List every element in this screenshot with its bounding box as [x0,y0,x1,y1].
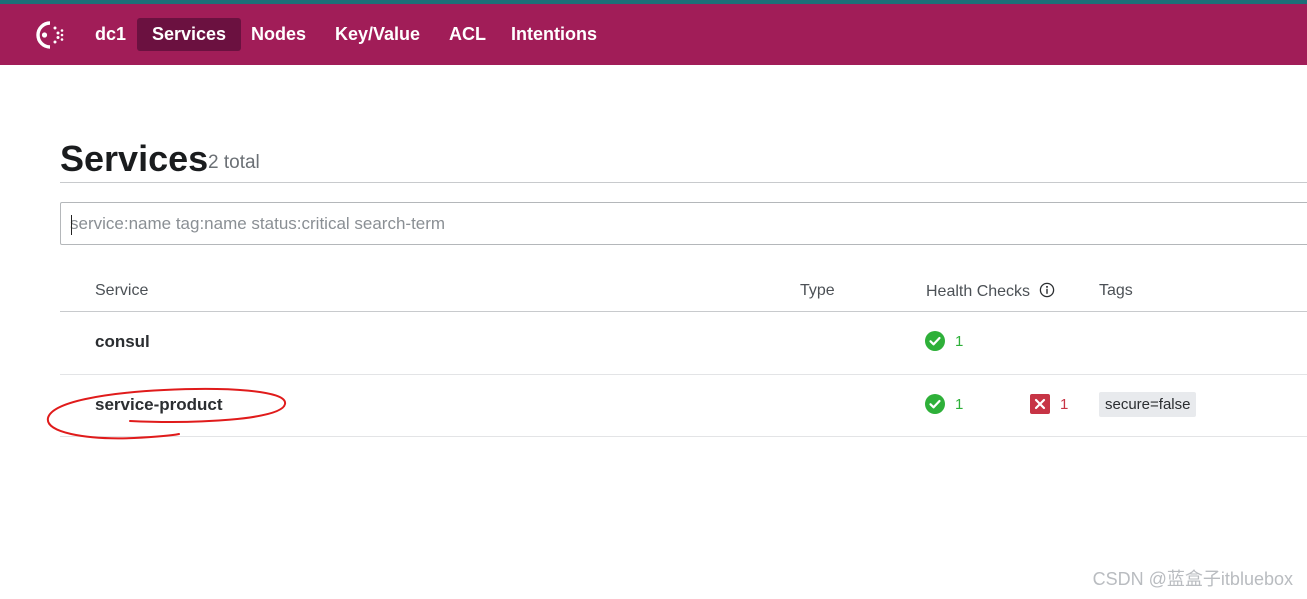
critical-count: 1 [1060,395,1069,413]
table-row[interactable]: service-product 1 1 secure=false [60,375,1307,437]
passing-count: 1 [955,395,964,413]
column-header-service[interactable]: Service [95,282,148,300]
column-header-health: Health Checks [926,282,1055,303]
critical-checks: 1 [1030,393,1068,415]
text-caret [71,215,72,235]
page-header: Services 2 total [60,137,1307,183]
nav-acl[interactable]: ACL [434,18,501,51]
service-tag: secure=false [1099,392,1197,417]
service-count: 2 total [208,152,260,173]
passing-checks: 1 [925,393,963,415]
passing-check-icon [925,331,945,351]
info-icon[interactable] [1039,282,1055,303]
passing-count: 1 [955,332,964,350]
page-title: Services [60,138,209,179]
nav-nodes[interactable]: Nodes [236,18,321,51]
consul-logo-icon[interactable] [28,17,68,53]
nav-services[interactable]: Services [137,18,242,51]
top-navbar: dc1 Services Nodes Key/Value ACL Intenti… [0,4,1307,65]
health-header-label: Health Checks [926,283,1031,300]
table-header-row: Service Type Health Checks Tags [60,270,1307,312]
search-bar[interactable] [60,202,1307,245]
service-name-link[interactable]: service-product [95,395,223,415]
column-header-tags[interactable]: Tags [1099,282,1133,300]
critical-x-icon [1030,394,1050,414]
nav-key-value[interactable]: Key/Value [320,18,435,51]
watermark: CSDN @蓝盒子itbluebox [1092,569,1293,589]
passing-check-icon [925,394,945,414]
datacenter-selector[interactable]: dc1 [80,18,141,51]
column-header-type[interactable]: Type [800,282,835,300]
passing-checks: 1 [925,330,963,352]
table-row[interactable]: consul 1 [60,312,1307,375]
search-input[interactable] [70,203,1300,244]
service-name-link[interactable]: consul [95,332,150,352]
nav-intentions[interactable]: Intentions [496,18,612,51]
